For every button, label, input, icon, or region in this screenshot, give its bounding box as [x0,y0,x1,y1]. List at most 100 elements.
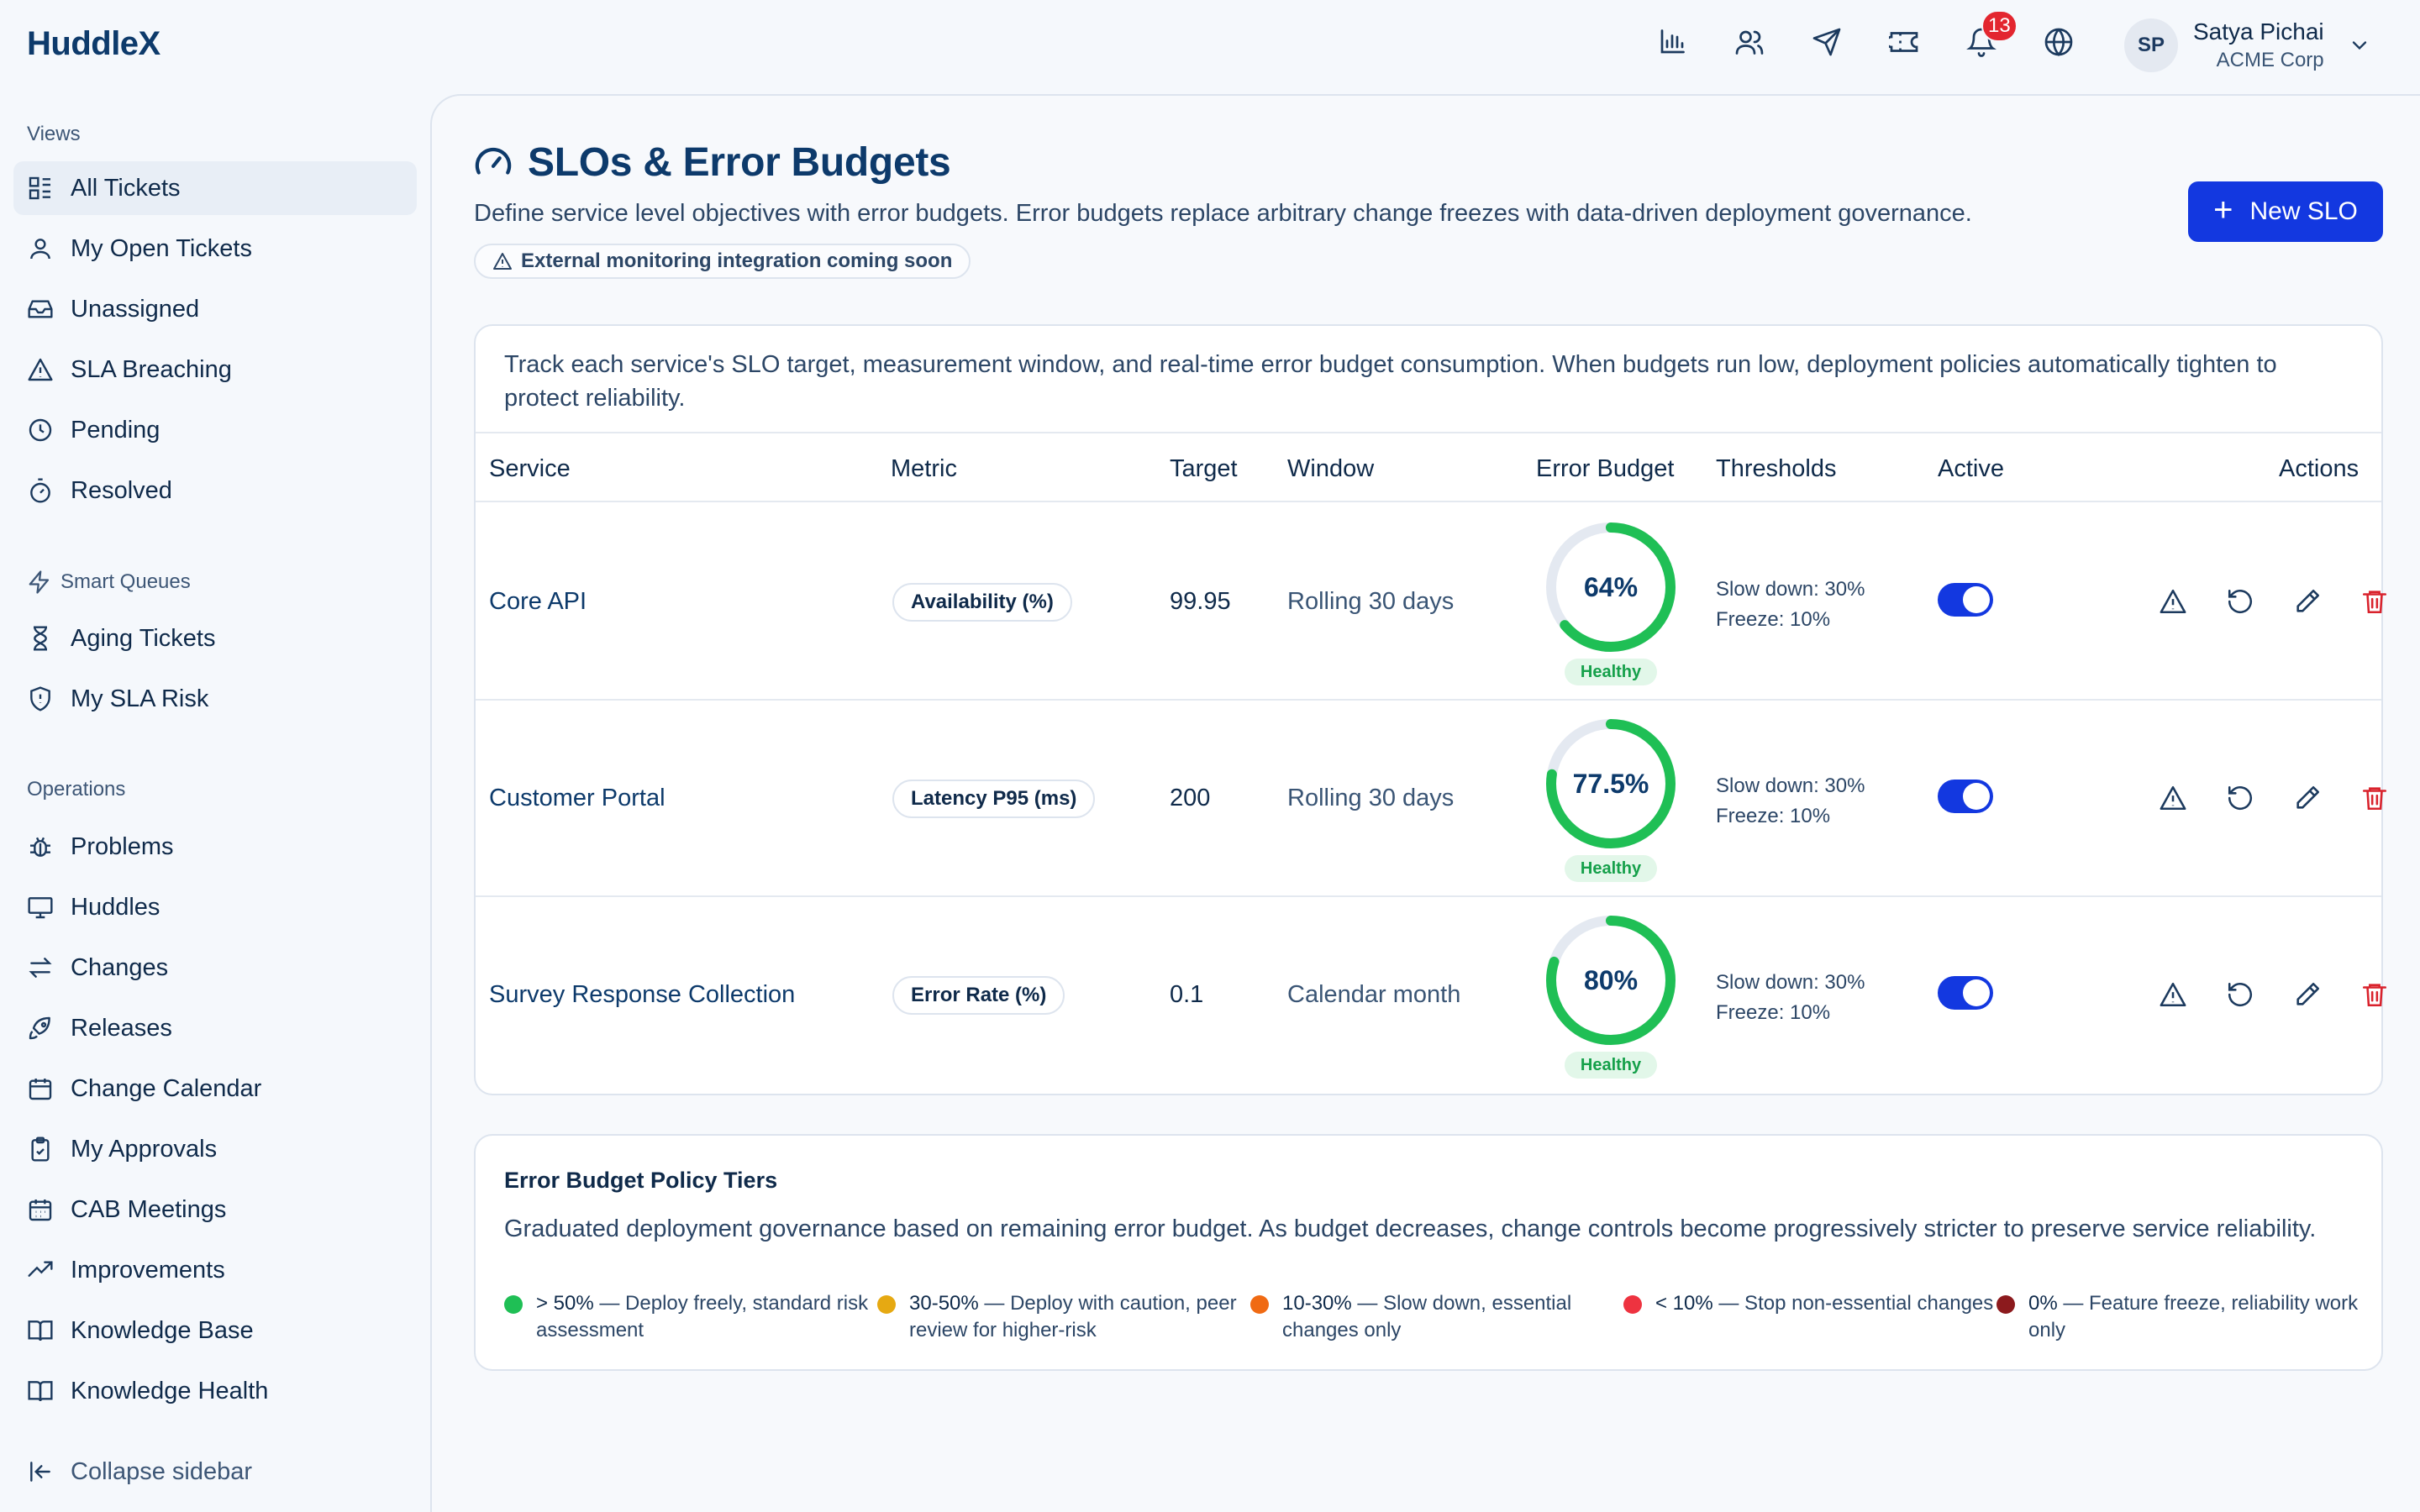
sidebar-item-all-tickets[interactable]: All Tickets [13,161,417,215]
column-header-service: Service [489,455,571,482]
timer-icon [30,478,50,503]
service-name[interactable]: Survey Response Collection [489,981,795,1009]
trash-icon[interactable] [2360,783,2390,813]
thresholds: Slow down: 30% Freeze: 10% [1716,968,1865,1028]
policy-tier: 0% — Feature freeze, reliability work on… [1996,1290,2370,1344]
sidebar-item-label: Improvements [71,1256,225,1284]
sidebar-item-knowledge-health[interactable]: Knowledge Health [13,1364,417,1418]
target-value: 0.1 [1170,981,1204,1008]
avatar[interactable]: SP [2124,18,2178,72]
new-slo-label: New SLO [2249,197,2358,225]
sidebar-item-change-calendar[interactable]: Change Calendar [13,1062,417,1116]
plus-icon: + [2213,192,2233,228]
user-menu[interactable]: SP Satya Pichai ACME Corp [2124,18,2371,72]
ticket-icon[interactable] [1887,25,1921,59]
tier-range: 30-50% [909,1292,979,1315]
sidebar-item-changes[interactable]: Changes [13,941,417,995]
metric-badge: Error Rate (%) [892,976,1065,1015]
column-header-active: Active [1938,455,2004,482]
sidebar-item-unassigned[interactable]: Unassigned [13,282,417,336]
sidebar-item-label: Resolved [71,476,172,504]
slo-table-intro: Track each service's SLO target, measure… [476,326,2381,433]
sidebar-item-sla-breaching[interactable]: SLA Breaching [13,343,417,396]
status-badge: Healthy [1565,659,1657,685]
sidebar-item-improvements[interactable]: Improvements [13,1243,417,1297]
bell-icon[interactable]: 13 [1965,10,2018,59]
book-icon [28,1381,53,1402]
service-name[interactable]: Core API [489,588,587,616]
policy-tier: 30-50% — Deploy with caution, peer revie… [877,1290,1250,1344]
sidebar-item-label: Releases [71,1014,172,1042]
edit-pencil-icon[interactable] [2292,586,2323,617]
globe-icon[interactable] [2042,25,2075,59]
sidebar-item-label: Pending [71,416,160,444]
monitor-icon [28,897,53,919]
new-slo-button[interactable]: + New SLO [2188,181,2383,242]
metric-badge: Availability (%) [892,583,1072,622]
slow-down-threshold: Slow down: 30% [1716,774,1865,797]
send-icon[interactable] [1810,25,1844,59]
active-toggle[interactable] [1938,976,1993,1010]
table-row: Customer Portal Latency P95 (ms) 200 Rol… [476,701,2387,897]
active-toggle[interactable] [1938,780,1993,813]
app-logo[interactable]: HuddleX [27,25,160,63]
users-icon[interactable] [1733,25,1766,59]
arrows-swap-icon [29,958,52,978]
column-header-target: Target [1170,455,1238,482]
sidebar-item-my-approvals[interactable]: My Approvals [13,1122,417,1176]
reset-icon[interactable] [2225,979,2255,1010]
page-title: SLOs & Error Budgets [528,140,951,185]
bar-chart-icon[interactable] [1655,25,1689,59]
tier-color-dot [877,1295,896,1314]
sidebar-item-label: My Approvals [71,1135,218,1163]
grid-list-icon [29,176,50,200]
trash-icon[interactable] [2360,586,2390,617]
sidebar-item-my-sla-risk[interactable]: My SLA Risk [13,672,417,726]
sidebar-item-cab-meetings[interactable]: CAB Meetings [13,1183,417,1236]
column-header-window: Window [1287,455,1375,482]
warning-icon[interactable] [2158,783,2188,813]
collapse-sidebar-button[interactable]: Collapse sidebar [13,1445,417,1499]
sidebar-item-pending[interactable]: Pending [13,403,417,457]
active-toggle[interactable] [1938,583,1993,617]
policy-tier: > 50% — Deploy freely, standard risk ass… [504,1290,877,1344]
clipboard-check-icon [31,1137,50,1162]
error-budget-gauge: 80% [1543,912,1679,1048]
table-row: Core API Availability (%) 99.95 Rolling … [476,504,2387,701]
page-description: Define service level objectives with err… [474,200,1972,227]
sidebar-item-aging-tickets[interactable]: Aging Tickets [13,612,417,665]
clock-icon [29,418,52,442]
warning-icon[interactable] [2158,586,2188,617]
policy-title: Error Budget Policy Tiers [504,1168,778,1193]
freeze-threshold: Freeze: 10% [1716,608,1831,631]
freeze-threshold: Freeze: 10% [1716,1001,1831,1024]
sidebar-item-label: SLA Breaching [71,355,232,383]
integration-notice-text: External monitoring integration coming s… [521,249,953,272]
trend-up-icon [28,1261,53,1277]
edit-pencil-icon[interactable] [2292,979,2323,1010]
column-header-actions: Actions [2279,455,2360,482]
status-badge: Healthy [1565,855,1657,882]
sidebar-item-problems[interactable]: Problems [13,820,417,874]
column-header-thresholds: Thresholds [1716,455,1837,482]
reset-icon[interactable] [2225,783,2255,813]
sidebar-item-label: Problems [71,832,174,860]
trash-icon[interactable] [2360,979,2390,1010]
warning-icon[interactable] [2158,979,2188,1010]
edit-pencil-icon[interactable] [2292,783,2323,813]
reset-icon[interactable] [2225,586,2255,617]
smart-queues-label: Smart Queues [60,570,191,593]
sidebar-item-my-open-tickets[interactable]: My Open Tickets [13,222,417,276]
service-name[interactable]: Customer Portal [489,785,666,812]
sidebar-item-huddles[interactable]: Huddles [13,880,417,934]
sidebar: Views All Tickets My Open Tickets Unassi… [0,92,429,1512]
chevron-down-icon[interactable] [2348,34,2371,57]
lightning-icon [29,570,50,594]
sidebar-item-releases[interactable]: Releases [13,1001,417,1055]
policy-description: Graduated deployment governance based on… [504,1215,2317,1242]
column-header-metric: Metric [891,455,957,482]
policy-tier-list: > 50% — Deploy freely, standard risk ass… [504,1290,2370,1344]
sidebar-item-knowledge-base[interactable]: Knowledge Base [13,1304,417,1357]
sidebar-item-resolved[interactable]: Resolved [13,464,417,517]
rocket-icon [29,1016,50,1040]
